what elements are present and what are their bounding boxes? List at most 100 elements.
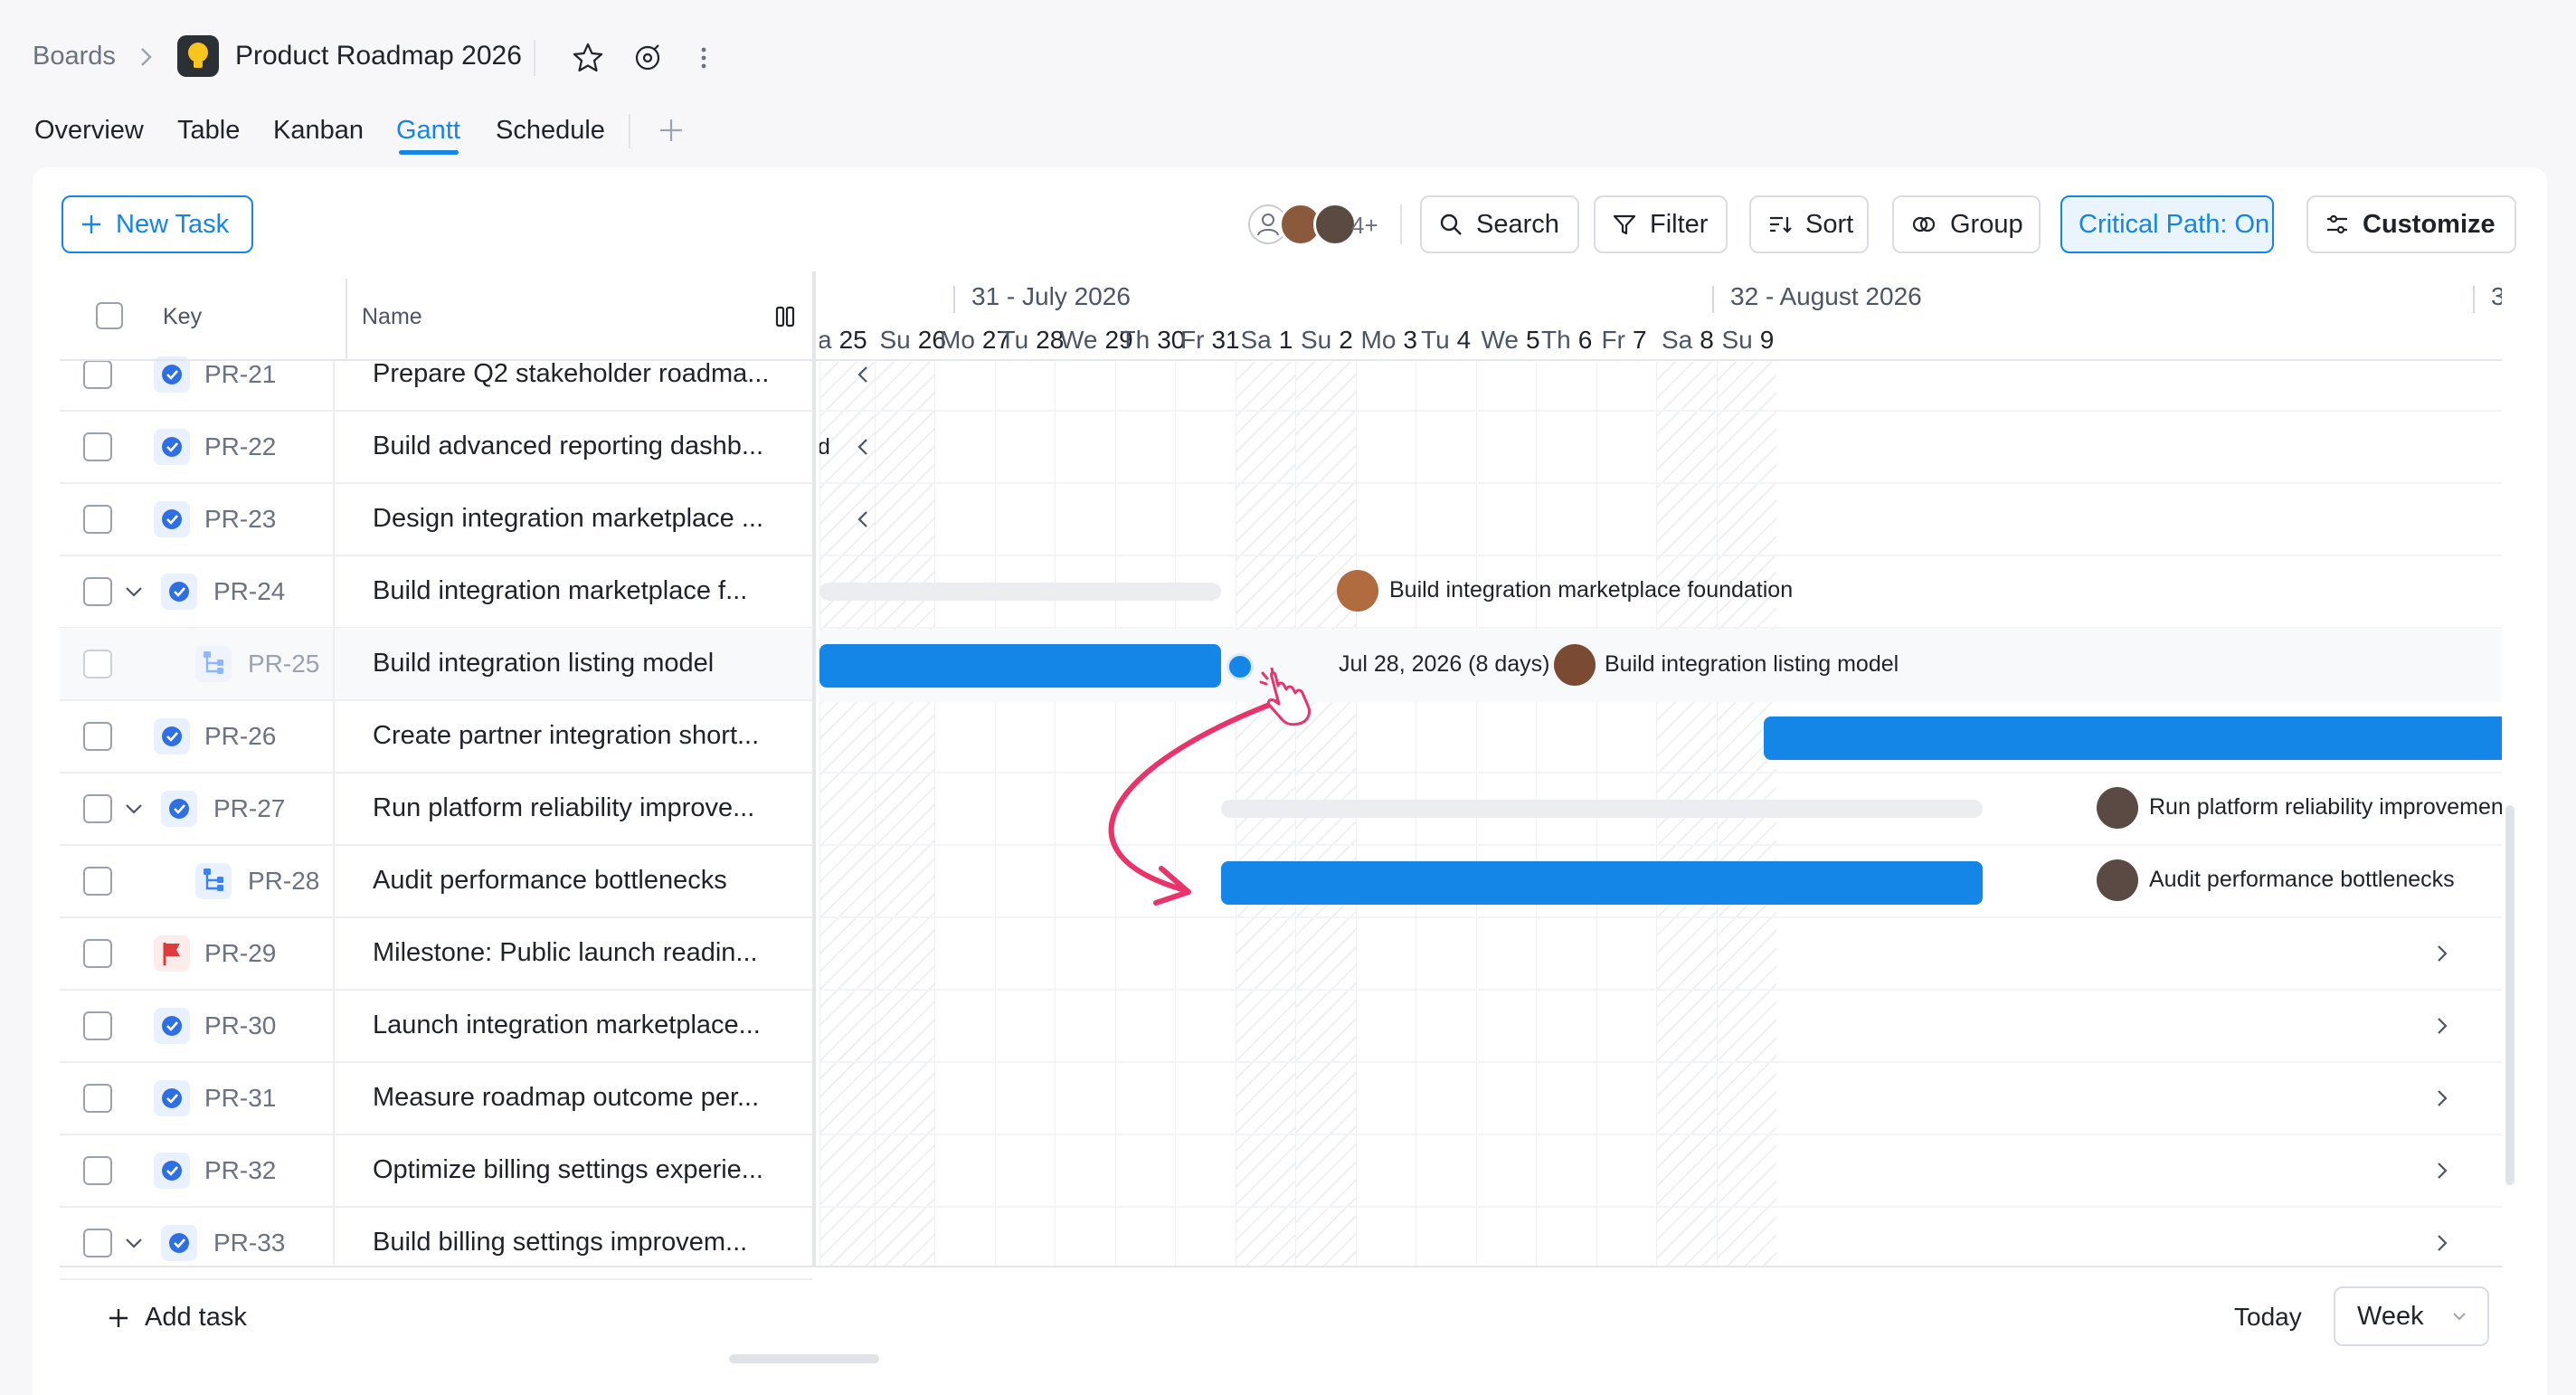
task-key[interactable]: PR-25 bbox=[248, 650, 319, 679]
task-name[interactable]: Optimize billing settings experie... bbox=[373, 1155, 798, 1185]
chevron-down-icon[interactable] bbox=[121, 796, 147, 821]
today-button[interactable]: Today bbox=[2234, 1303, 2302, 1332]
table-row[interactable]: PR-23 Design integration marketplace ... bbox=[60, 483, 816, 555]
task-bar-pr-28[interactable] bbox=[1221, 861, 1983, 905]
vertical-scrollbar[interactable] bbox=[2505, 805, 2514, 1185]
sort-button[interactable]: Sort bbox=[1749, 195, 1869, 253]
breadcrumb-boards[interactable]: Boards bbox=[33, 42, 116, 71]
panel-splitter[interactable] bbox=[812, 271, 816, 1267]
filter-button[interactable]: Filter bbox=[1594, 195, 1728, 253]
task-key[interactable]: PR-21 bbox=[204, 360, 276, 389]
task-name[interactable]: Build advanced reporting dashb... bbox=[373, 432, 798, 461]
more-icon[interactable] bbox=[686, 40, 722, 76]
horizontal-scrollbar[interactable] bbox=[729, 1354, 879, 1363]
row-checkbox[interactable] bbox=[83, 577, 112, 606]
task-key[interactable]: PR-29 bbox=[204, 939, 276, 968]
task-key[interactable]: PR-26 bbox=[204, 722, 276, 751]
chevron-right-icon[interactable] bbox=[2429, 1230, 2455, 1256]
task-name[interactable]: Build billing settings improvem... bbox=[373, 1228, 798, 1257]
task-name[interactable]: Audit performance bottlenecks bbox=[373, 866, 798, 896]
task-key[interactable]: PR-28 bbox=[248, 867, 319, 896]
star-icon[interactable] bbox=[570, 40, 606, 76]
table-row[interactable]: PR-22 Build advanced reporting dashb... bbox=[60, 411, 816, 483]
add-view-plus-icon[interactable] bbox=[657, 116, 686, 145]
table-row[interactable]: PR-24 Build integration marketplace f... bbox=[60, 555, 816, 628]
chevron-left-icon[interactable] bbox=[850, 434, 876, 460]
bar-label-pr-25: Build integration listing model bbox=[1605, 651, 1899, 677]
task-name[interactable]: Prepare Q2 stakeholder roadma... bbox=[373, 359, 798, 389]
task-name[interactable]: Launch integration marketplace... bbox=[373, 1011, 798, 1040]
task-name[interactable]: Milestone: Public launch readin... bbox=[373, 938, 798, 968]
avatar bbox=[2097, 859, 2138, 901]
tab-table[interactable]: Table bbox=[177, 116, 240, 146]
task-name[interactable]: Build integration listing model bbox=[373, 649, 798, 679]
task-key[interactable]: PR-22 bbox=[204, 432, 276, 461]
row-checkbox[interactable] bbox=[83, 1011, 112, 1040]
row-checkbox[interactable] bbox=[83, 360, 112, 389]
task-name[interactable]: Create partner integration short... bbox=[373, 721, 798, 751]
summary-bar-pr-27[interactable] bbox=[1221, 800, 1983, 818]
row-checkbox[interactable] bbox=[83, 432, 112, 461]
table-row[interactable]: PR-26 Create partner integration short... bbox=[60, 700, 816, 773]
summary-bar-pr-24[interactable] bbox=[819, 583, 1221, 601]
row-checkbox[interactable] bbox=[83, 867, 112, 896]
timescale-select[interactable]: Week bbox=[2334, 1286, 2489, 1346]
row-checkbox[interactable] bbox=[83, 1084, 112, 1113]
add-task-label: Add task bbox=[145, 1303, 247, 1332]
dependency-link-handle[interactable] bbox=[1226, 653, 1254, 680]
task-key[interactable]: PR-24 bbox=[213, 577, 285, 606]
table-row[interactable]: PR-28 Audit performance bottlenecks bbox=[60, 845, 816, 917]
watch-icon[interactable] bbox=[630, 40, 666, 76]
tab-overview[interactable]: Overview bbox=[34, 116, 144, 146]
task-name[interactable]: Design integration marketplace ... bbox=[373, 504, 798, 534]
chevron-left-icon[interactable] bbox=[850, 362, 876, 387]
task-bar-pr-25[interactable] bbox=[819, 644, 1221, 688]
task-bar-pr-26[interactable] bbox=[1764, 716, 2502, 760]
task-name[interactable]: Measure roadmap outcome per... bbox=[373, 1083, 798, 1113]
table-row[interactable]: PR-25 Build integration listing model bbox=[60, 628, 816, 700]
critical-path-toggle[interactable]: Critical Path: On bbox=[2060, 195, 2274, 253]
row-checkbox[interactable] bbox=[83, 1156, 112, 1185]
table-row[interactable]: PR-31 Measure roadmap outcome per... bbox=[60, 1062, 816, 1134]
row-checkbox[interactable] bbox=[83, 1229, 112, 1257]
tab-schedule[interactable]: Schedule bbox=[496, 116, 605, 146]
table-row[interactable]: PR-27 Run platform reliability improve... bbox=[60, 773, 816, 845]
row-checkbox[interactable] bbox=[83, 650, 112, 679]
chevron-down-icon[interactable] bbox=[121, 1230, 147, 1256]
chevron-right-icon[interactable] bbox=[2429, 941, 2455, 966]
task-key[interactable]: PR-27 bbox=[213, 794, 285, 823]
select-all-checkbox[interactable] bbox=[96, 302, 123, 329]
task-key[interactable]: PR-31 bbox=[204, 1084, 276, 1113]
chevron-right-icon[interactable] bbox=[2429, 1086, 2455, 1111]
chevron-right-icon[interactable] bbox=[2429, 1158, 2455, 1183]
task-name[interactable]: Build integration marketplace f... bbox=[373, 576, 798, 606]
task-check-icon bbox=[154, 1153, 190, 1189]
chevron-left-icon[interactable] bbox=[850, 507, 876, 532]
new-task-button[interactable]: New Task bbox=[62, 195, 253, 253]
task-key[interactable]: PR-32 bbox=[204, 1156, 276, 1185]
day-number: 7 bbox=[1632, 326, 1647, 354]
task-name[interactable]: Run platform reliability improve... bbox=[373, 793, 798, 823]
table-row[interactable]: PR-29 Milestone: Public launch readin... bbox=[60, 917, 816, 990]
add-task-button[interactable]: Add task bbox=[107, 1303, 247, 1333]
group-button[interactable]: Group bbox=[1892, 195, 2041, 253]
row-checkbox[interactable] bbox=[83, 939, 112, 968]
search-button[interactable]: Search bbox=[1420, 195, 1579, 253]
assignee-filter[interactable]: 4+ bbox=[1248, 201, 1393, 248]
table-row[interactable]: PR-30 Launch integration marketplace... bbox=[60, 990, 816, 1062]
row-checkbox[interactable] bbox=[83, 794, 112, 823]
customize-button[interactable]: Customize bbox=[2306, 195, 2516, 253]
table-row[interactable]: PR-32 Optimize billing settings experie..… bbox=[60, 1134, 816, 1207]
tab-gantt[interactable]: Gantt bbox=[396, 116, 460, 146]
tab-kanban[interactable]: Kanban bbox=[273, 116, 364, 146]
collapse-panel-icon[interactable] bbox=[772, 304, 798, 329]
task-key[interactable]: PR-30 bbox=[204, 1011, 276, 1040]
row-checkbox[interactable] bbox=[83, 722, 112, 751]
chevron-down-icon[interactable] bbox=[121, 579, 147, 604]
chevron-right-icon[interactable] bbox=[2429, 1013, 2455, 1039]
row-checkbox[interactable] bbox=[83, 505, 112, 534]
table-row[interactable]: PR-33 Build billing settings improvem... bbox=[60, 1207, 816, 1279]
task-key[interactable]: PR-23 bbox=[204, 505, 276, 534]
table-row[interactable]: PR-21 Prepare Q2 stakeholder roadma... bbox=[60, 338, 816, 411]
task-key[interactable]: PR-33 bbox=[213, 1229, 285, 1257]
